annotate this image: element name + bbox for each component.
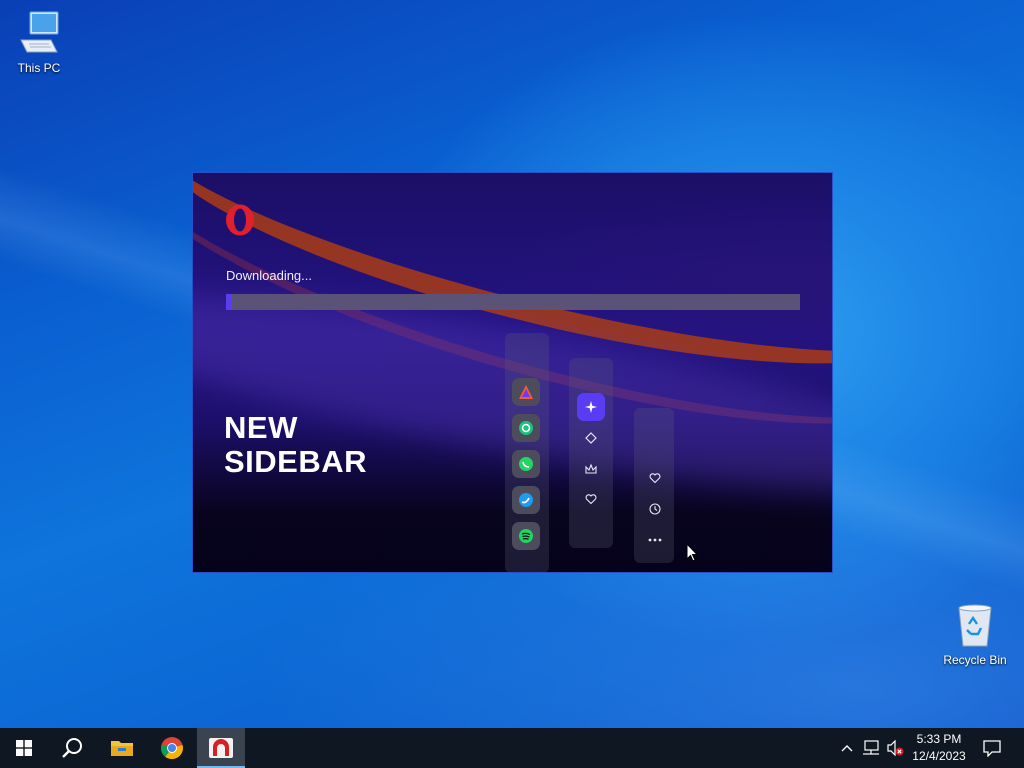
diamond-icon xyxy=(585,432,597,444)
headline-line: NEW xyxy=(224,410,298,445)
computer-icon xyxy=(20,11,59,53)
history-button xyxy=(641,495,669,523)
notification-icon xyxy=(983,739,1001,757)
promo-headline: NEW SIDEBAR xyxy=(224,411,367,479)
clock-time: 5:33 PM xyxy=(916,732,962,746)
desktop-icon-label: This PC xyxy=(17,61,61,75)
aria-sparkle-button xyxy=(577,393,605,421)
recycle-bin-icon xyxy=(958,604,992,647)
headline-line: SIDEBAR xyxy=(224,444,368,479)
system-clock[interactable]: 5:33 PM 12/4/2023 xyxy=(906,731,972,765)
aria-app-icon xyxy=(519,385,533,399)
mouse-cursor-icon xyxy=(686,543,698,562)
file-explorer-icon xyxy=(111,741,133,756)
heart-button xyxy=(577,485,605,513)
heart-button xyxy=(641,464,669,492)
download-progress-fill xyxy=(226,294,232,310)
clock-date: 12/4/2023 xyxy=(912,749,966,763)
notifications-button[interactable] xyxy=(978,728,1006,768)
more-button xyxy=(641,526,669,554)
crown-button xyxy=(577,455,605,483)
spotify-app-button xyxy=(512,522,540,550)
chevron-up-icon xyxy=(841,745,853,752)
start-icon xyxy=(16,740,32,756)
network-button[interactable] xyxy=(860,728,882,768)
crown-icon xyxy=(585,463,597,474)
show-hidden-icons-button[interactable] xyxy=(838,728,856,768)
desktop-icon-recycle-bin[interactable]: Recycle Bin xyxy=(938,602,1012,667)
download-status-text: Downloading... xyxy=(226,268,312,283)
search-button[interactable] xyxy=(48,728,96,768)
diamond-button xyxy=(577,424,605,452)
whatsapp-app-button xyxy=(512,450,540,478)
chatgpt-app-icon xyxy=(519,421,533,435)
heart-icon xyxy=(585,494,597,505)
file-explorer-button[interactable] xyxy=(98,728,146,768)
network-icon xyxy=(863,740,879,755)
opera-installer-icon xyxy=(209,738,233,758)
aria-sparkle-icon xyxy=(585,401,597,413)
download-progress-bar xyxy=(226,294,800,310)
desktop-icon-this-pc[interactable]: This PC xyxy=(2,10,76,75)
chrome-button[interactable] xyxy=(148,728,196,768)
opera-installer-window[interactable]: Downloading... NEW SIDEBAR xyxy=(193,173,832,572)
chrome-icon xyxy=(160,737,183,759)
clock-icon xyxy=(649,503,661,515)
heart-icon xyxy=(649,473,661,484)
twitter-app-button xyxy=(512,486,540,514)
spotify-app-icon xyxy=(519,529,533,543)
opera-installer-taskbar-button[interactable] xyxy=(197,728,245,768)
chatgpt-app-button xyxy=(512,414,540,442)
aria-app-button xyxy=(512,378,540,406)
taskbar: 5:33 PM 12/4/2023 xyxy=(0,728,1024,768)
desktop-icon-label: Recycle Bin xyxy=(943,653,1007,667)
whatsapp-app-icon xyxy=(519,457,533,471)
volume-button[interactable] xyxy=(884,728,906,768)
twitter-app-icon xyxy=(519,493,533,507)
search-icon xyxy=(62,738,82,758)
volume-muted-icon xyxy=(887,740,904,756)
start-button[interactable] xyxy=(0,728,48,768)
sidebar-preview-tools xyxy=(569,358,613,548)
more-icon xyxy=(648,538,662,542)
opera-logo-icon xyxy=(226,204,254,236)
